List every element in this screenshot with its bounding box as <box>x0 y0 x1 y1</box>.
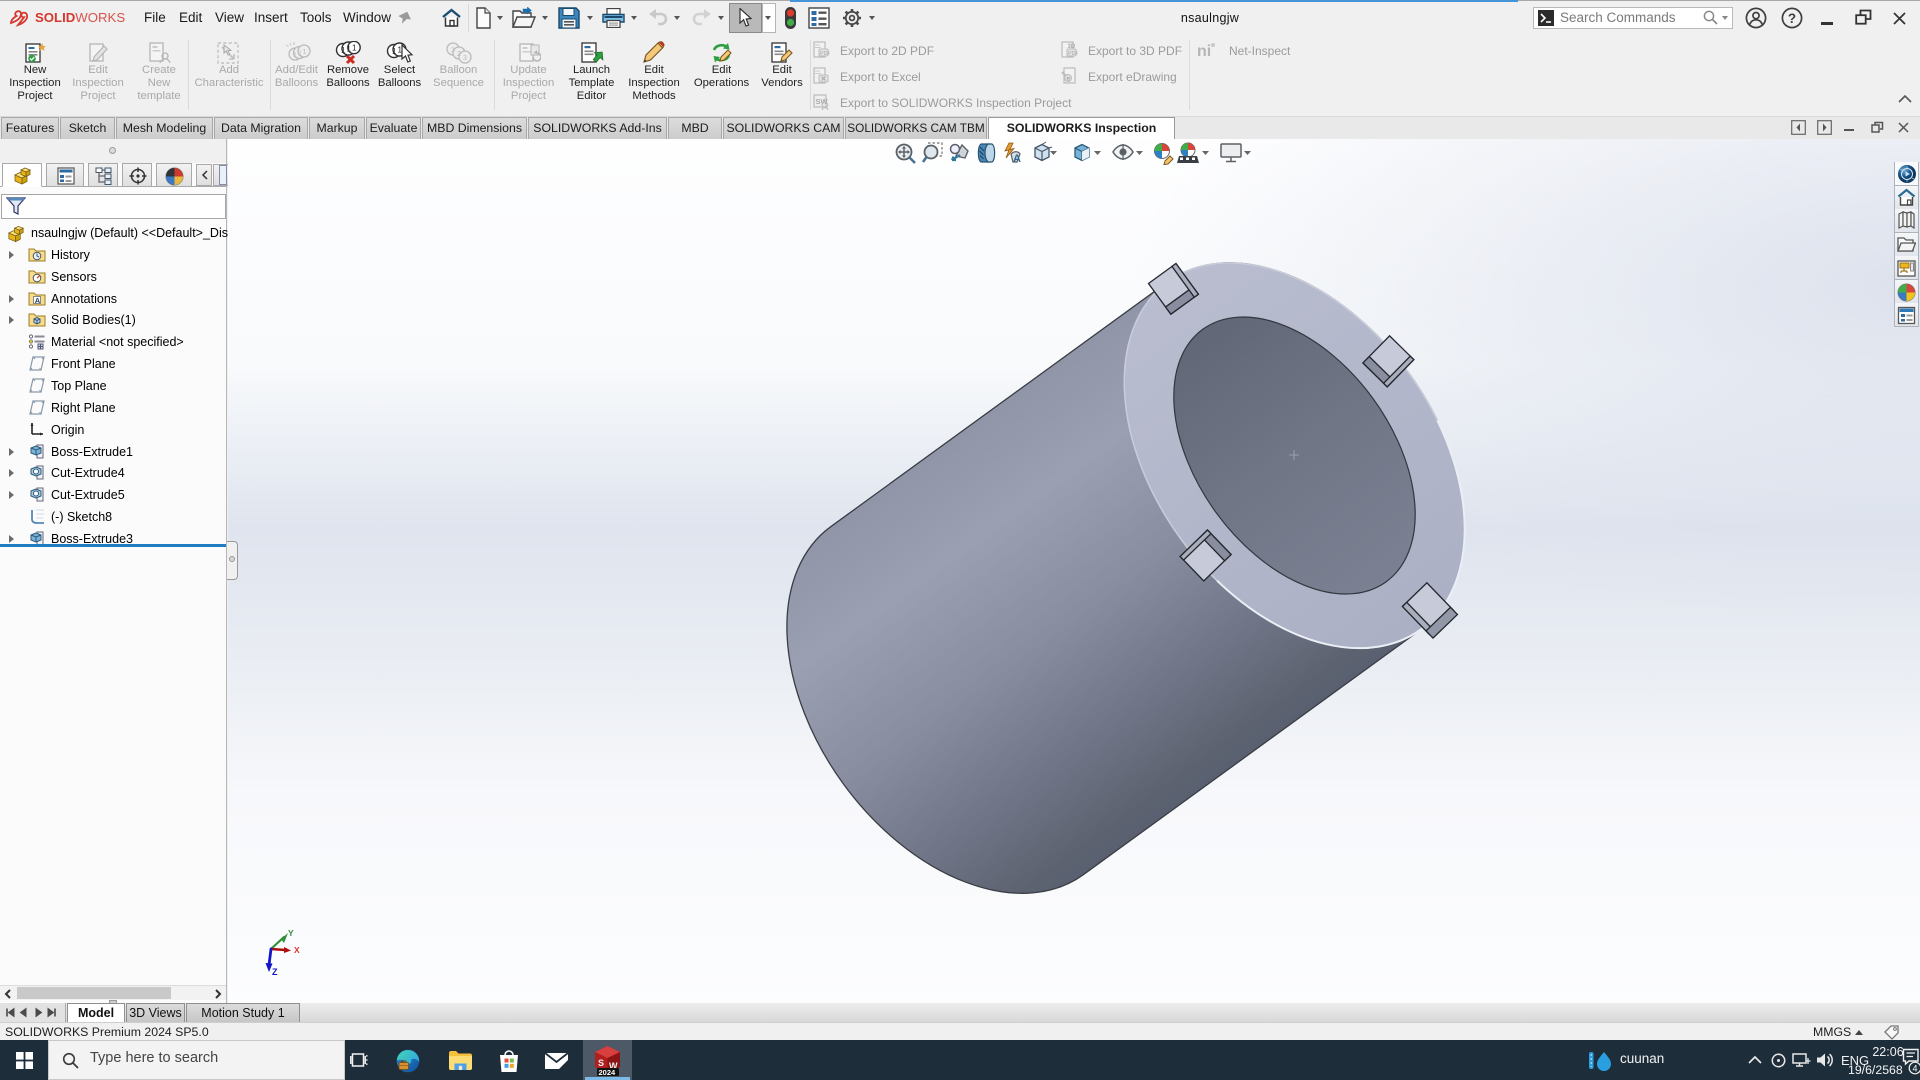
svg-text:2024: 2024 <box>599 1068 617 1076</box>
svg-text:2: 2 <box>457 51 461 58</box>
svg-text:X: X <box>294 945 300 955</box>
svg-text:ni: ni <box>1197 43 1211 59</box>
svg-text:4: 4 <box>1913 1064 1918 1074</box>
svg-text:1: 1 <box>347 45 352 54</box>
svg-text:1: 1 <box>341 46 346 55</box>
svg-text:1: 1 <box>298 51 302 58</box>
svg-text:PDF: PDF <box>820 51 830 57</box>
svg-text:A: A <box>35 296 41 305</box>
svg-text:SOLIDWORKS: SOLIDWORKS <box>35 10 125 25</box>
svg-text:1: 1 <box>352 44 357 53</box>
svg-text:3D: 3D <box>1068 44 1076 50</box>
svg-text:1: 1 <box>302 49 306 56</box>
svg-text:S: S <box>598 1058 604 1068</box>
svg-text:?: ? <box>1788 11 1796 26</box>
svg-text:Z: Z <box>272 967 278 977</box>
svg-text:1: 1 <box>293 52 297 59</box>
svg-text:A: A <box>1013 153 1021 165</box>
svg-text:1: 1 <box>392 47 397 56</box>
svg-text:3: 3 <box>463 55 467 62</box>
svg-text:e: e <box>1067 76 1071 83</box>
svg-text:Y: Y <box>288 928 294 938</box>
svg-text:PDF: PDF <box>1068 51 1078 57</box>
svg-text:1: 1 <box>451 47 455 54</box>
